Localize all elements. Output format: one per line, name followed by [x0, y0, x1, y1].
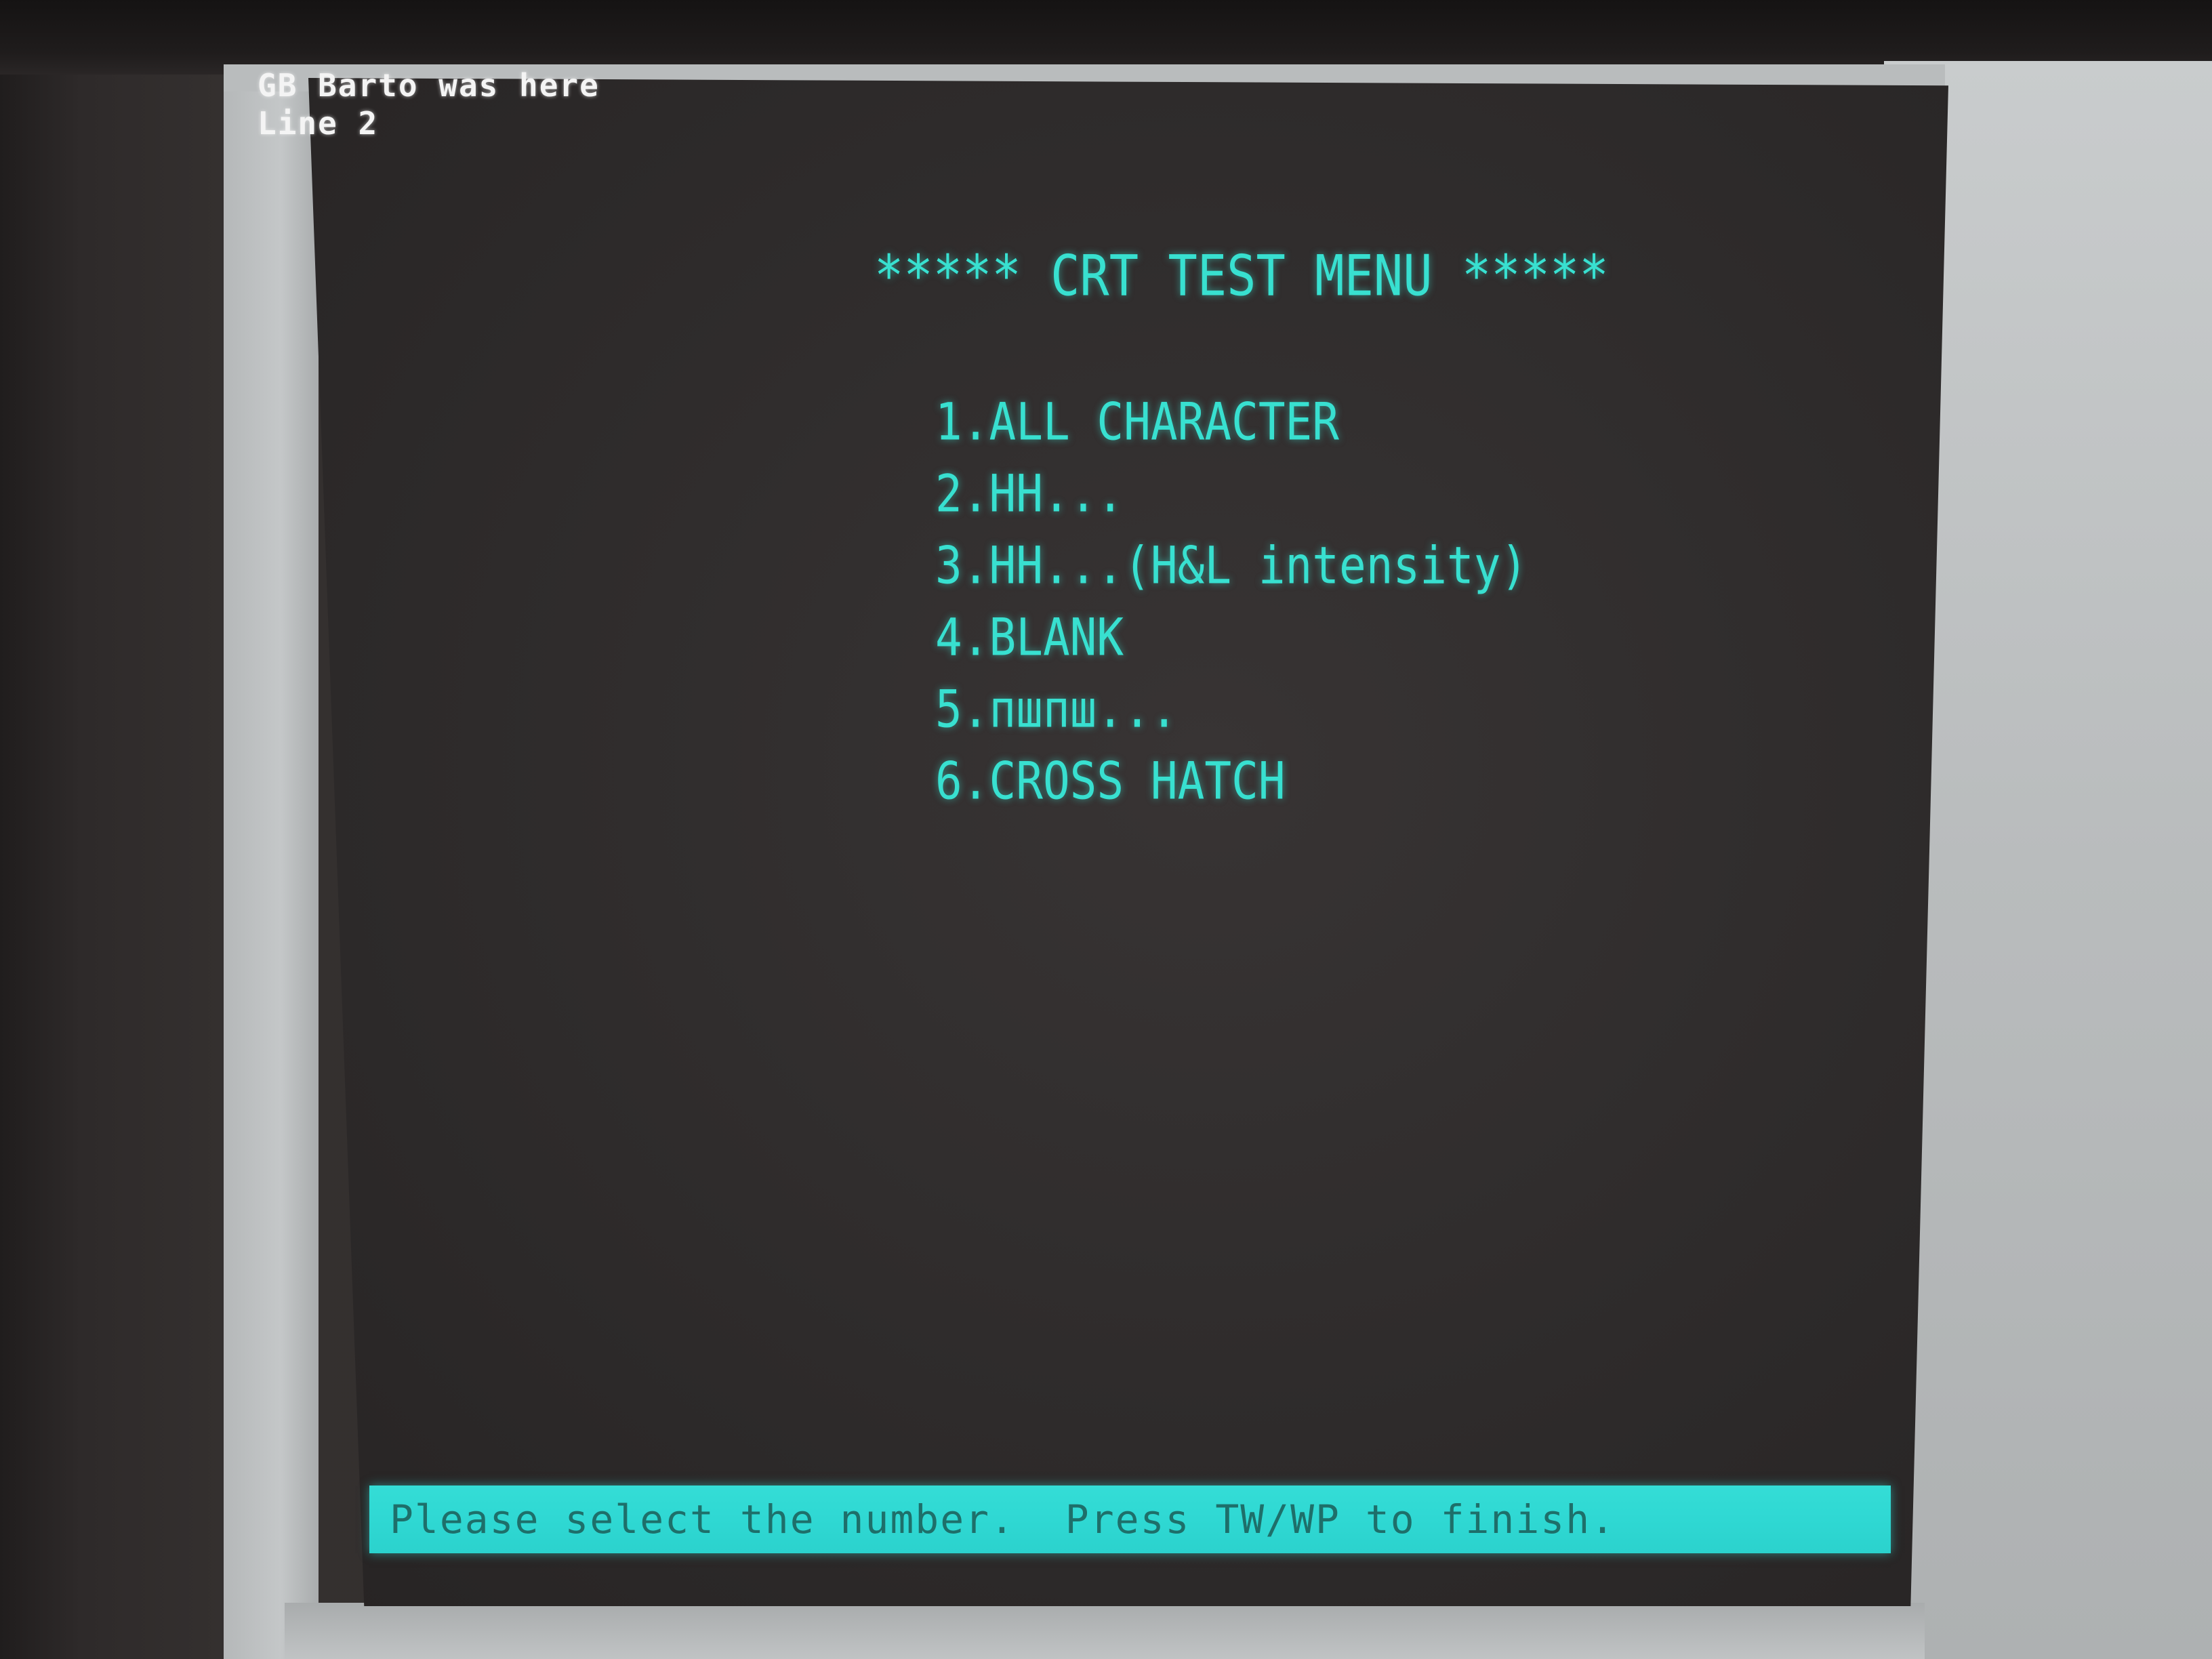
monitor-bezel-top	[0, 0, 2212, 75]
menu-item-pattern[interactable]: 5.пшпш...	[935, 668, 1528, 751]
menu-list: 1.ALL CHARACTER 2.HH... 3.HH...(H&L inte…	[935, 386, 1528, 817]
monitor-frame-left	[224, 64, 319, 1659]
status-message: Please select the number. Press TW/WP to…	[390, 1496, 1616, 1542]
menu-title: ***** CRT TEST MENU *****	[874, 243, 1609, 309]
menu-item-hh-intensity[interactable]: 3.HH...(H&L intensity)	[935, 525, 1528, 607]
overlay-caption: GB Barto was here Line 2	[258, 66, 600, 142]
monitor-photo: GB Barto was here Line 2 ***** CRT TEST …	[0, 0, 2212, 1659]
menu-item-all-character[interactable]: 1.ALL CHARACTER	[935, 381, 1528, 464]
status-bar: Please select the number. Press TW/WP to…	[369, 1486, 1891, 1553]
overlay-line-2: Line 2	[258, 105, 379, 142]
monitor-frame-bottom	[285, 1603, 1925, 1659]
menu-item-blank[interactable]: 4.BLANK	[935, 596, 1528, 679]
menu-item-cross-hatch[interactable]: 6.CROSS HATCH	[935, 740, 1528, 823]
overlay-line-1: GB Barto was here	[258, 67, 600, 104]
menu-item-hh[interactable]: 2.HH...	[935, 453, 1528, 535]
